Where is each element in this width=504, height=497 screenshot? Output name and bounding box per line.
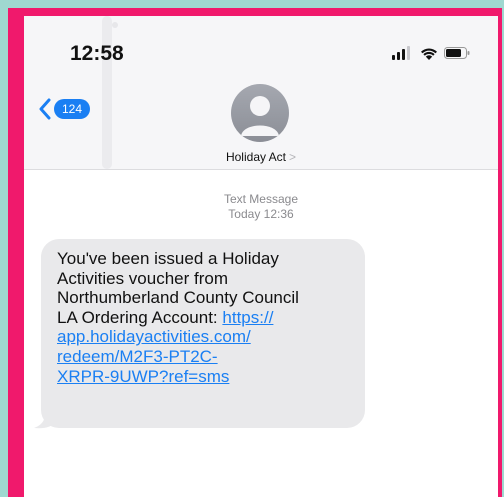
background-ghost-dot xyxy=(112,22,118,28)
contact-name-button[interactable]: Holiday Act > xyxy=(24,150,498,164)
voucher-link[interactable]: https:// xyxy=(222,308,273,327)
message-line: Northumberland County Council xyxy=(57,288,299,308)
conversation-header: 12:58 124 Holiday Act > xyxy=(24,16,498,170)
thread-timestamp: Today 12:36 xyxy=(228,207,294,221)
incoming-message-bubble[interactable]: You've been issued a Holiday Activities … xyxy=(41,239,365,428)
back-button[interactable]: 124 xyxy=(38,96,91,122)
chevron-right-icon: > xyxy=(289,150,297,164)
thread-kind-label: Text Message xyxy=(223,192,299,206)
person-icon xyxy=(241,96,279,136)
messages-screen: 12:58 124 Holiday Act > Text Message Tod… xyxy=(24,16,498,497)
battery-icon xyxy=(444,47,470,59)
voucher-link[interactable]: app.holidayactivities.com/ xyxy=(57,327,351,347)
voucher-link[interactable]: redeem/M2F3-PT2C- xyxy=(57,347,351,367)
status-time: 12:58 xyxy=(70,42,124,65)
message-line-with-link: LA Ordering Account: https:// xyxy=(57,308,351,328)
voucher-link[interactable]: XRPR-9UWP?ref=sms xyxy=(57,367,351,387)
message-line: Activities voucher from xyxy=(57,268,228,288)
message-line: You've been issued a Holiday xyxy=(57,249,279,268)
unread-count-badge: 124 xyxy=(54,99,91,119)
chevron-left-icon xyxy=(39,98,51,120)
wifi-icon xyxy=(421,48,437,60)
message-line: LA Ordering Account: xyxy=(57,307,223,327)
contact-avatar[interactable] xyxy=(231,84,289,142)
background-ghost-bar xyxy=(102,16,112,169)
contact-name: Holiday Act xyxy=(225,150,286,164)
signal-icon xyxy=(392,46,412,60)
